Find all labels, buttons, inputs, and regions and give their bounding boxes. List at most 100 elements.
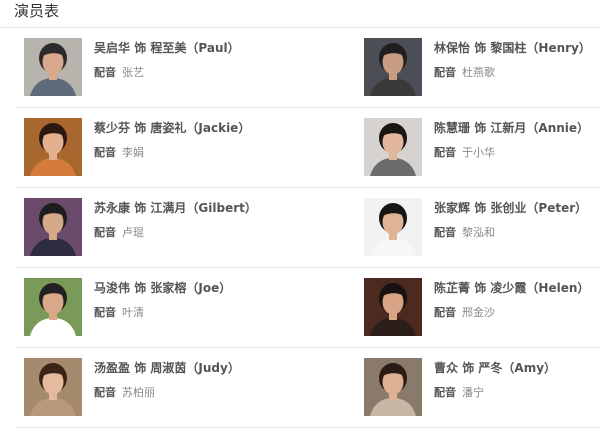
- cast-card[interactable]: 张家辉 饰 张创业（Peter） 配音 黎泓和: [356, 188, 600, 267]
- voice-label: 配音: [434, 386, 456, 399]
- voice-actor-name: 张艺: [122, 66, 144, 79]
- voice-label: 配音: [434, 66, 456, 79]
- section-title: 演员表: [14, 2, 60, 20]
- portrait-graphic: [24, 358, 82, 416]
- voice-label: 配音: [434, 226, 456, 239]
- role-connector: 饰: [474, 121, 487, 135]
- portrait-graphic: [24, 278, 82, 336]
- character-name[interactable]: 唐姿礼（Jackie）: [150, 121, 250, 135]
- character-name[interactable]: 张创业（Peter）: [490, 201, 587, 215]
- voice-actor-name: 于小华: [462, 146, 495, 159]
- voice-actor-line: 配音 杜燕歌: [434, 65, 495, 81]
- voice-actor-name: 卢琨: [122, 226, 144, 239]
- actor-role-line[interactable]: 苏永康 饰 江满月（Gilbert）: [94, 200, 257, 216]
- voice-actor-name: 苏柏丽: [122, 386, 155, 399]
- actor-photo[interactable]: [364, 38, 422, 96]
- actor-name[interactable]: 汤盈盈: [94, 361, 130, 375]
- voice-label: 配音: [94, 386, 116, 399]
- character-name[interactable]: 江新月（Annie）: [490, 121, 589, 135]
- cast-row: 汤盈盈 饰 周淑茵（Judy） 配音 苏柏丽 曹众 饰 严冬（Amy） 配音 潘宁: [16, 348, 600, 428]
- cast-card[interactable]: 马浚伟 饰 张家榕（Joe） 配音 叶清: [16, 268, 356, 347]
- character-name[interactable]: 江满月（Gilbert）: [150, 201, 256, 215]
- portrait-graphic: [364, 118, 422, 176]
- cast-card[interactable]: 汤盈盈 饰 周淑茵（Judy） 配音 苏柏丽: [16, 348, 356, 427]
- portrait-graphic: [24, 118, 82, 176]
- actor-name[interactable]: 马浚伟: [94, 281, 130, 295]
- cast-row: 马浚伟 饰 张家榕（Joe） 配音 叶清 陈芷菁 饰 凌少霞（Helen） 配音 邢金沙: [16, 268, 600, 348]
- cast-card[interactable]: 陈慧珊 饰 江新月（Annie） 配音 于小华: [356, 108, 600, 187]
- role-connector: 饰: [134, 281, 147, 295]
- voice-actor-line: 配音 邢金沙: [434, 305, 495, 321]
- role-connector: 饰: [134, 201, 147, 215]
- actor-name[interactable]: 陈芷菁: [434, 281, 470, 295]
- cast-row: 蔡少芬 饰 唐姿礼（Jackie） 配音 李娟 陈慧珊 饰 江新月（Annie） 配音于…: [16, 108, 600, 188]
- actor-role-line[interactable]: 汤盈盈 饰 周淑茵（Judy）: [94, 360, 240, 376]
- cast-row: 苏永康 饰 江满月（Gilbert） 配音 卢琨 张家辉 饰 张创业（Peter） 配音…: [16, 188, 600, 268]
- actor-photo[interactable]: [24, 278, 82, 336]
- actor-photo[interactable]: [24, 198, 82, 256]
- actor-name[interactable]: 曹众: [434, 361, 458, 375]
- voice-actor-name: 叶清: [122, 306, 144, 319]
- voice-actor-line: 配音 卢琨: [94, 225, 144, 241]
- cast-card[interactable]: 苏永康 饰 江满月（Gilbert） 配音 卢琨: [16, 188, 356, 267]
- portrait-graphic: [364, 358, 422, 416]
- role-connector: 饰: [474, 281, 487, 295]
- cast-list: 吴启华 饰 程至美（Paul） 配音 张艺 林保怡 饰 黎国柱（Henry） 配音 杜燕歌…: [16, 28, 600, 428]
- actor-photo[interactable]: [364, 358, 422, 416]
- voice-actor-name: 邢金沙: [462, 306, 495, 319]
- character-name[interactable]: 黎国柱（Henry）: [490, 41, 590, 55]
- role-connector: 饰: [134, 41, 147, 55]
- actor-role-line[interactable]: 吴启华 饰 程至美（Paul）: [94, 40, 240, 56]
- voice-actor-line: 配音 潘宁: [434, 385, 484, 401]
- actor-name[interactable]: 吴启华: [94, 41, 130, 55]
- character-name[interactable]: 张家榕（Joe）: [150, 281, 231, 295]
- voice-actor-line: 配音 叶清: [94, 305, 144, 321]
- actor-name[interactable]: 陈慧珊: [434, 121, 470, 135]
- actor-role-line[interactable]: 林保怡 饰 黎国柱（Henry）: [434, 40, 591, 56]
- cast-row: 吴启华 饰 程至美（Paul） 配音 张艺 林保怡 饰 黎国柱（Henry） 配音 杜燕歌: [16, 28, 600, 108]
- voice-label: 配音: [434, 146, 456, 159]
- actor-role-line[interactable]: 陈芷菁 饰 凌少霞（Helen）: [434, 280, 589, 296]
- actor-role-line[interactable]: 蔡少芬 饰 唐姿礼（Jackie）: [94, 120, 250, 136]
- actor-name[interactable]: 蔡少芬: [94, 121, 130, 135]
- actor-name[interactable]: 张家辉: [434, 201, 470, 215]
- actor-name[interactable]: 林保怡: [434, 41, 470, 55]
- voice-label: 配音: [94, 226, 116, 239]
- cast-card[interactable]: 蔡少芬 饰 唐姿礼（Jackie） 配音 李娟: [16, 108, 356, 187]
- actor-photo[interactable]: [24, 358, 82, 416]
- voice-label: 配音: [434, 306, 456, 319]
- portrait-graphic: [24, 38, 82, 96]
- cast-card[interactable]: 吴启华 饰 程至美（Paul） 配音 张艺: [16, 28, 356, 107]
- portrait-graphic: [24, 198, 82, 256]
- voice-label: 配音: [94, 66, 116, 79]
- actor-photo[interactable]: [24, 118, 82, 176]
- role-connector: 饰: [134, 121, 147, 135]
- role-connector: 饰: [474, 201, 487, 215]
- actor-photo[interactable]: [364, 278, 422, 336]
- cast-card[interactable]: 林保怡 饰 黎国柱（Henry） 配音 杜燕歌: [356, 28, 600, 107]
- actor-role-line[interactable]: 陈慧珊 饰 江新月（Annie）: [434, 120, 589, 136]
- voice-actor-name: 李娟: [122, 146, 144, 159]
- voice-actor-name: 杜燕歌: [462, 66, 495, 79]
- voice-actor-line: 配音 于小华: [434, 145, 495, 161]
- character-name[interactable]: 严冬（Amy）: [478, 361, 556, 375]
- actor-role-line[interactable]: 曹众 饰 严冬（Amy）: [434, 360, 556, 376]
- actor-role-line[interactable]: 马浚伟 饰 张家榕（Joe）: [94, 280, 231, 296]
- actor-role-line[interactable]: 张家辉 饰 张创业（Peter）: [434, 200, 587, 216]
- cast-card[interactable]: 陈芷菁 饰 凌少霞（Helen） 配音 邢金沙: [356, 268, 600, 347]
- voice-label: 配音: [94, 306, 116, 319]
- actor-photo[interactable]: [364, 118, 422, 176]
- character-name[interactable]: 程至美（Paul）: [150, 41, 239, 55]
- actor-photo[interactable]: [364, 198, 422, 256]
- character-name[interactable]: 周淑茵（Judy）: [150, 361, 239, 375]
- cast-card[interactable]: 曹众 饰 严冬（Amy） 配音 潘宁: [356, 348, 600, 427]
- actor-name[interactable]: 苏永康: [94, 201, 130, 215]
- portrait-graphic: [364, 198, 422, 256]
- voice-actor-line: 配音 苏柏丽: [94, 385, 155, 401]
- voice-actor-line: 配音 张艺: [94, 65, 144, 81]
- voice-actor-name: 潘宁: [462, 386, 484, 399]
- character-name[interactable]: 凌少霞（Helen）: [490, 281, 589, 295]
- role-connector: 饰: [134, 361, 147, 375]
- actor-photo[interactable]: [24, 38, 82, 96]
- portrait-graphic: [364, 278, 422, 336]
